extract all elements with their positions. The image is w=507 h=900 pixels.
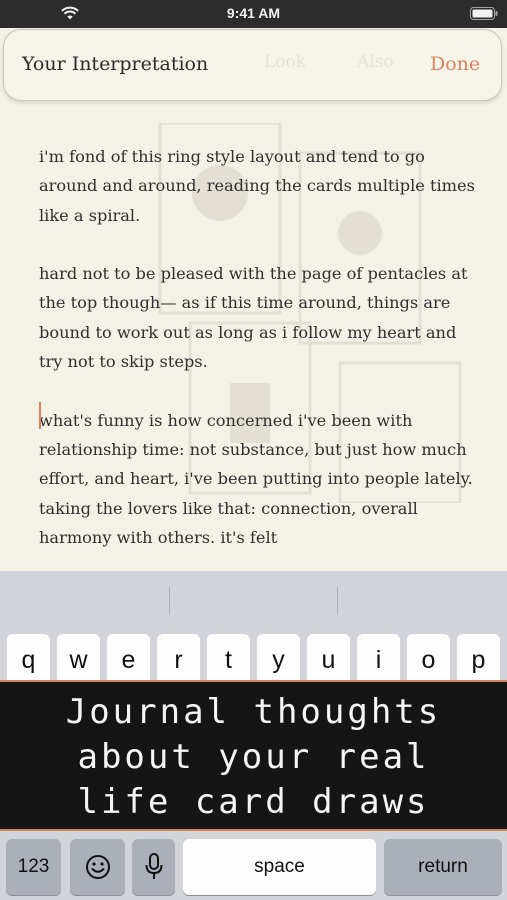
key-i[interactable]: i [357,634,400,686]
status-bar: 9:41 AM [0,0,507,28]
return-key[interactable]: return [384,839,502,895]
journal-paragraph: i'm fond of this ring style layout and t… [39,147,475,225]
key-w[interactable]: w [57,634,100,686]
banner-line: about your real [77,737,430,777]
key-u[interactable]: u [307,634,350,686]
banner-caption: Journal thoughts about your real life ca… [0,690,507,825]
numbers-key[interactable]: 123 [6,839,61,895]
microphone-icon [145,853,162,879]
journal-text-area[interactable]: i'm fond of this ring style layout and t… [39,142,479,552]
battery-icon [470,7,498,20]
text-cursor [39,402,41,429]
key-p[interactable]: p [457,634,500,686]
space-key-label: space [254,856,305,877]
app-screen: 9:41 AM Your Interpretation Look Also Do… [0,0,507,900]
dictation-key[interactable] [132,839,175,895]
key-r[interactable]: r [157,634,200,686]
journal-paragraph: what's funny is how concerned i've been … [39,410,473,547]
sheet-title: Your Interpretation [22,53,209,75]
promo-banner: Journal thoughts about your real life ca… [0,680,507,831]
banner-line: Journal thoughts [65,692,442,732]
done-button[interactable]: Done [430,53,480,75]
background-tab-look: Look [264,52,307,72]
emoji-key[interactable] [70,839,125,895]
key-o[interactable]: o [407,634,450,686]
background-tab-also: Also [357,52,394,72]
key-q[interactable]: q [7,634,50,686]
space-key[interactable]: space [183,839,376,895]
key-e[interactable]: e [107,634,150,686]
journal-paragraph: hard not to be pleased with the page of … [39,264,468,372]
predictive-divider [169,587,170,615]
emoji-icon [85,855,110,879]
sheet-header: Your Interpretation Look Also Done [3,29,502,101]
return-key-label: return [418,856,468,877]
predictive-divider [337,587,338,615]
numbers-key-label: 123 [17,856,50,877]
key-t[interactable]: t [207,634,250,686]
banner-line: life card draws [77,782,430,822]
predictive-text-bar[interactable] [0,571,507,629]
status-time: 9:41 AM [226,5,281,21]
key-y[interactable]: y [257,634,300,686]
